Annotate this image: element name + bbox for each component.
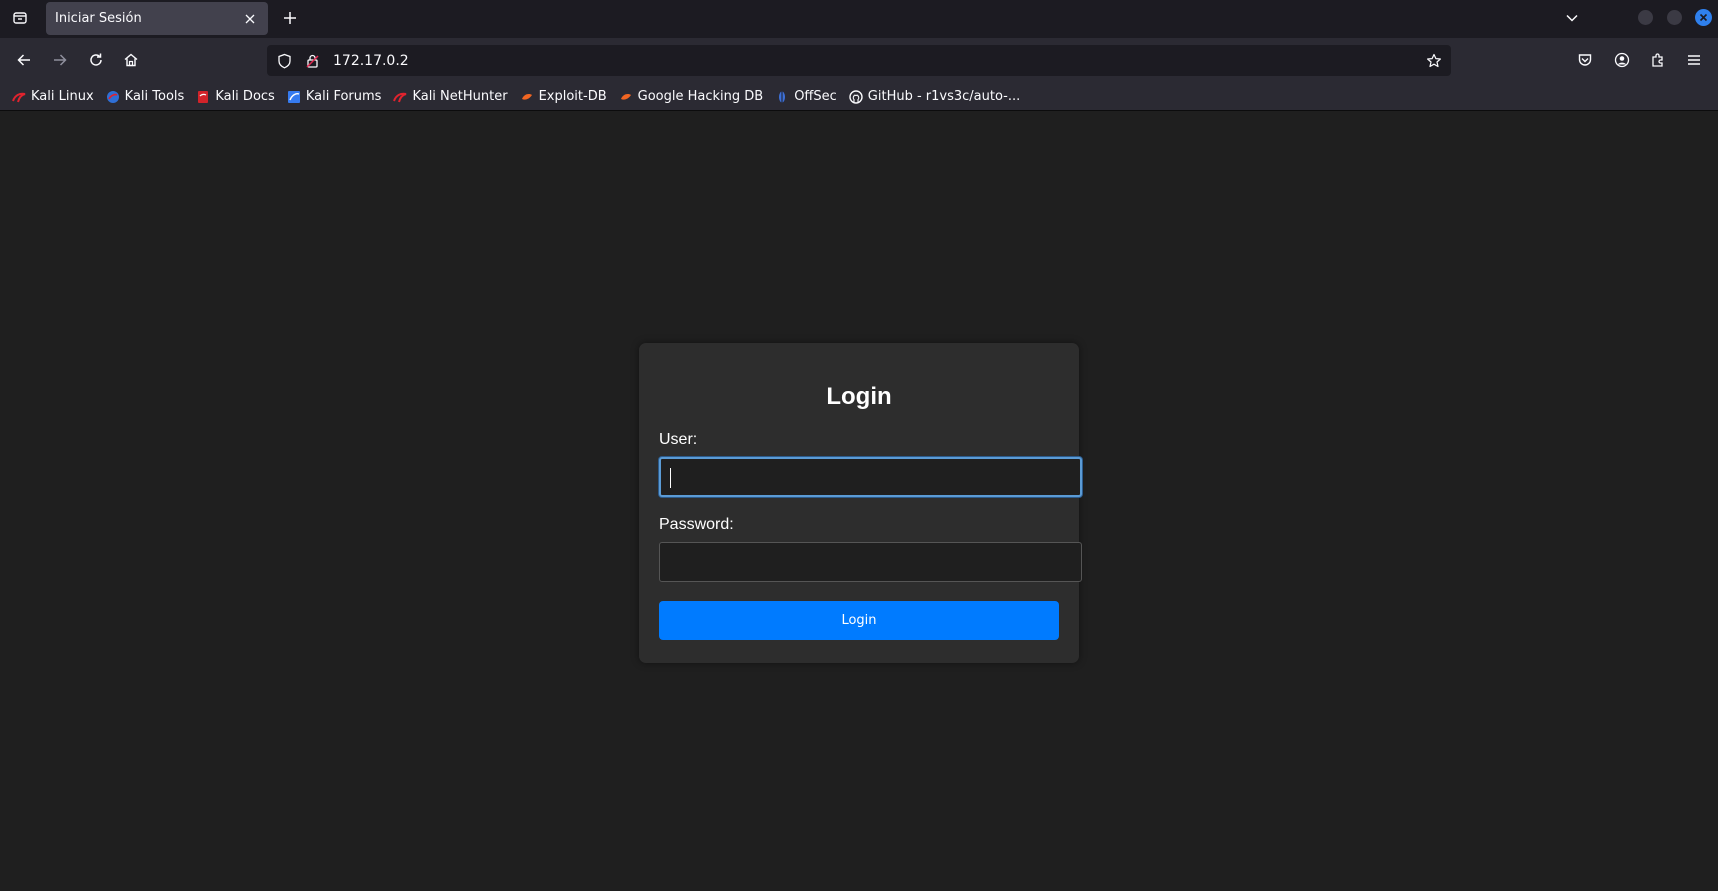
bookmark-label: Kali Forums xyxy=(305,89,382,104)
tracking-protection-shield-icon[interactable] xyxy=(275,52,293,70)
pocket-button[interactable] xyxy=(1571,46,1599,74)
back-button[interactable] xyxy=(10,46,38,74)
bookmarks-toolbar: Kali Linux Kali Tools Kali Docs Kali For… xyxy=(0,83,1718,111)
minimize-window-button[interactable] xyxy=(1638,10,1653,25)
tab-close-button[interactable] xyxy=(240,9,260,29)
close-window-button[interactable] xyxy=(1695,9,1712,26)
bookmark-label: Google Hacking DB xyxy=(637,89,764,104)
bookmark-star-button[interactable] xyxy=(1423,50,1445,72)
close-icon xyxy=(1699,13,1708,22)
exploit-db-icon xyxy=(520,90,534,104)
bookmark-kali-linux[interactable]: Kali Linux xyxy=(11,86,98,108)
new-tab-button[interactable] xyxy=(278,6,302,30)
reload-button[interactable] xyxy=(82,46,110,74)
hamburger-menu-icon xyxy=(1688,55,1700,65)
bookmark-label: OffSec xyxy=(794,89,837,104)
tabs-list-icon xyxy=(13,12,27,24)
home-icon xyxy=(124,53,138,67)
tab-title: Iniciar Sesión xyxy=(55,11,142,26)
user-label: User: xyxy=(659,431,698,448)
bookmark-label: Kali NetHunter xyxy=(412,89,508,104)
bookmark-kali-forums[interactable]: Kali Forums xyxy=(286,86,386,108)
close-icon xyxy=(245,14,255,23)
star-icon xyxy=(1427,53,1441,67)
puzzle-icon xyxy=(1652,53,1663,67)
bookmark-label: Kali Linux xyxy=(31,89,94,104)
account-button[interactable] xyxy=(1608,46,1636,74)
url-text[interactable]: 172.17.0.2 xyxy=(333,53,1423,69)
nethunter-icon xyxy=(393,90,407,104)
ghdb-icon xyxy=(619,90,633,104)
forward-button[interactable] xyxy=(46,46,74,74)
login-title: Login xyxy=(826,383,892,410)
user-input[interactable] xyxy=(659,457,1082,497)
login-card: Login User: Password: Login xyxy=(639,343,1082,663)
bookmark-kali-nethunter[interactable]: Kali NetHunter xyxy=(392,86,511,108)
bookmark-offsec[interactable]: OffSec xyxy=(774,86,841,108)
bookmark-github[interactable]: GitHub - r1vs3c/auto-... xyxy=(848,86,1024,108)
home-button[interactable] xyxy=(117,46,145,74)
arrow-right-icon xyxy=(54,54,67,66)
pocket-icon xyxy=(1578,54,1592,66)
bookmark-exploit-db[interactable]: Exploit-DB xyxy=(519,86,611,108)
text-caret xyxy=(670,468,671,488)
plus-icon xyxy=(284,12,296,24)
bookmark-label: Kali Tools xyxy=(124,89,185,104)
github-icon xyxy=(849,89,863,104)
bookmark-label: Exploit-DB xyxy=(538,89,607,104)
insecure-lock-icon[interactable] xyxy=(303,52,321,70)
password-label: Password: xyxy=(659,516,734,533)
app-menu-button[interactable] xyxy=(1680,46,1708,74)
tab-strip: Iniciar Sesión xyxy=(0,0,1718,38)
bookmark-kali-tools[interactable]: Kali Tools xyxy=(105,86,189,108)
password-input[interactable] xyxy=(659,542,1082,582)
bookmark-google-hacking-db[interactable]: Google Hacking DB xyxy=(618,86,768,108)
kali-dragon-icon xyxy=(12,90,26,104)
list-all-tabs-button[interactable] xyxy=(1560,6,1584,30)
account-icon xyxy=(1614,52,1630,68)
bookmark-label: GitHub - r1vs3c/auto-... xyxy=(867,89,1021,104)
kali-docs-icon xyxy=(196,90,210,104)
address-bar[interactable]: 172.17.0.2 xyxy=(267,45,1451,76)
navigation-toolbar: 172.17.0.2 xyxy=(0,38,1718,83)
login-button[interactable]: Login xyxy=(659,601,1059,640)
tab-active[interactable]: Iniciar Sesión xyxy=(46,2,268,35)
maximize-window-button[interactable] xyxy=(1667,10,1682,25)
offsec-icon xyxy=(775,90,789,104)
kali-tools-icon xyxy=(106,90,120,104)
kali-forums-icon xyxy=(287,90,301,104)
extensions-button[interactable] xyxy=(1644,46,1672,74)
bookmark-kali-docs[interactable]: Kali Docs xyxy=(195,86,279,108)
bookmark-label: Kali Docs xyxy=(215,89,275,104)
reload-icon xyxy=(90,53,102,66)
page-content: Login User: Password: Login xyxy=(0,112,1718,891)
chevron-down-icon xyxy=(1566,14,1578,22)
arrow-left-icon xyxy=(17,54,30,66)
tab-list-button[interactable] xyxy=(7,5,33,31)
